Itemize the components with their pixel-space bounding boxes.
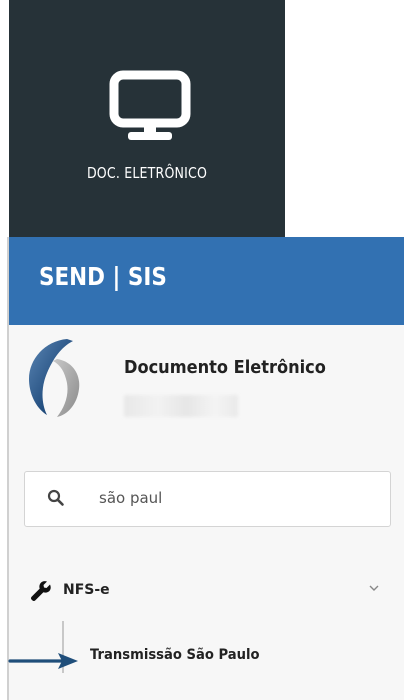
- pointer-arrow-icon: [8, 653, 78, 669]
- brand-title: SEND | SIS: [39, 262, 167, 291]
- chevron-down-icon[interactable]: [367, 583, 381, 593]
- menu-item-label: NFS-e: [63, 582, 110, 598]
- search-icon: [47, 489, 64, 506]
- tile-label: DOC. ELETRÔNICO: [86, 164, 208, 182]
- wrench-icon: [31, 581, 51, 601]
- submenu-item-transmissao-sao-paulo[interactable]: Transmissão São Paulo: [69, 641, 399, 673]
- brand-header: SEND | SIS: [9, 237, 404, 325]
- search-value[interactable]: são paul: [99, 489, 162, 507]
- monitor-icon: [109, 70, 191, 140]
- user-name: Documento Eletrônico: [124, 357, 326, 378]
- menu-item-nfse[interactable]: NFS-e: [9, 571, 404, 615]
- user-subtitle-blurred: [124, 395, 238, 417]
- submenu-item-label: Transmissão São Paulo: [90, 647, 260, 663]
- sidebar-panel: SEND | SIS Documento Eletrônico são paul: [7, 237, 404, 700]
- doc-eletronico-tile[interactable]: DOC. ELETRÔNICO: [9, 0, 285, 237]
- search-input[interactable]: são paul: [24, 471, 391, 527]
- company-logo: [29, 339, 80, 417]
